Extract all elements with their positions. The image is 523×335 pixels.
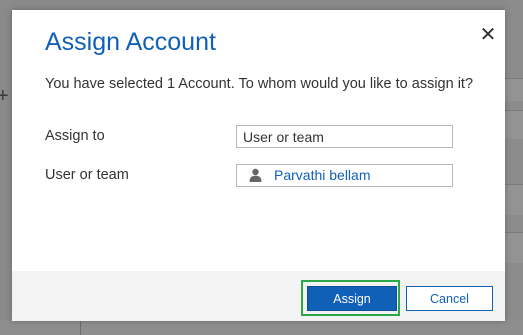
background-left-column: + (0, 0, 12, 335)
user-icon (249, 168, 262, 182)
dialog-description: You have selected 1 Account. To whom wou… (45, 76, 474, 92)
assign-to-field[interactable] (236, 125, 453, 148)
assign-to-label: Assign to (45, 128, 105, 144)
add-icon: + (0, 85, 9, 107)
close-icon[interactable]: ✕ (477, 24, 499, 46)
background-row (505, 232, 523, 263)
background-right-column (505, 0, 523, 335)
assign-account-dialog: Assign Account ✕ You have selected 1 Acc… (12, 10, 505, 321)
assign-to-input[interactable] (237, 126, 452, 147)
user-or-team-label: User or team (45, 167, 129, 183)
cancel-button[interactable]: Cancel (406, 286, 493, 311)
background-divider (80, 320, 81, 335)
background-row (505, 110, 523, 139)
dialog-footer: Assign Cancel (12, 271, 505, 321)
assign-button[interactable]: Assign (307, 286, 397, 311)
background-footer (0, 320, 523, 335)
background-grid-icon (505, 78, 523, 101)
selected-user-link[interactable]: Parvathi bellam (274, 167, 371, 183)
user-or-team-lookup[interactable]: Parvathi bellam (236, 164, 453, 187)
background-row (505, 184, 523, 215)
dialog-title: Assign Account (45, 28, 216, 56)
